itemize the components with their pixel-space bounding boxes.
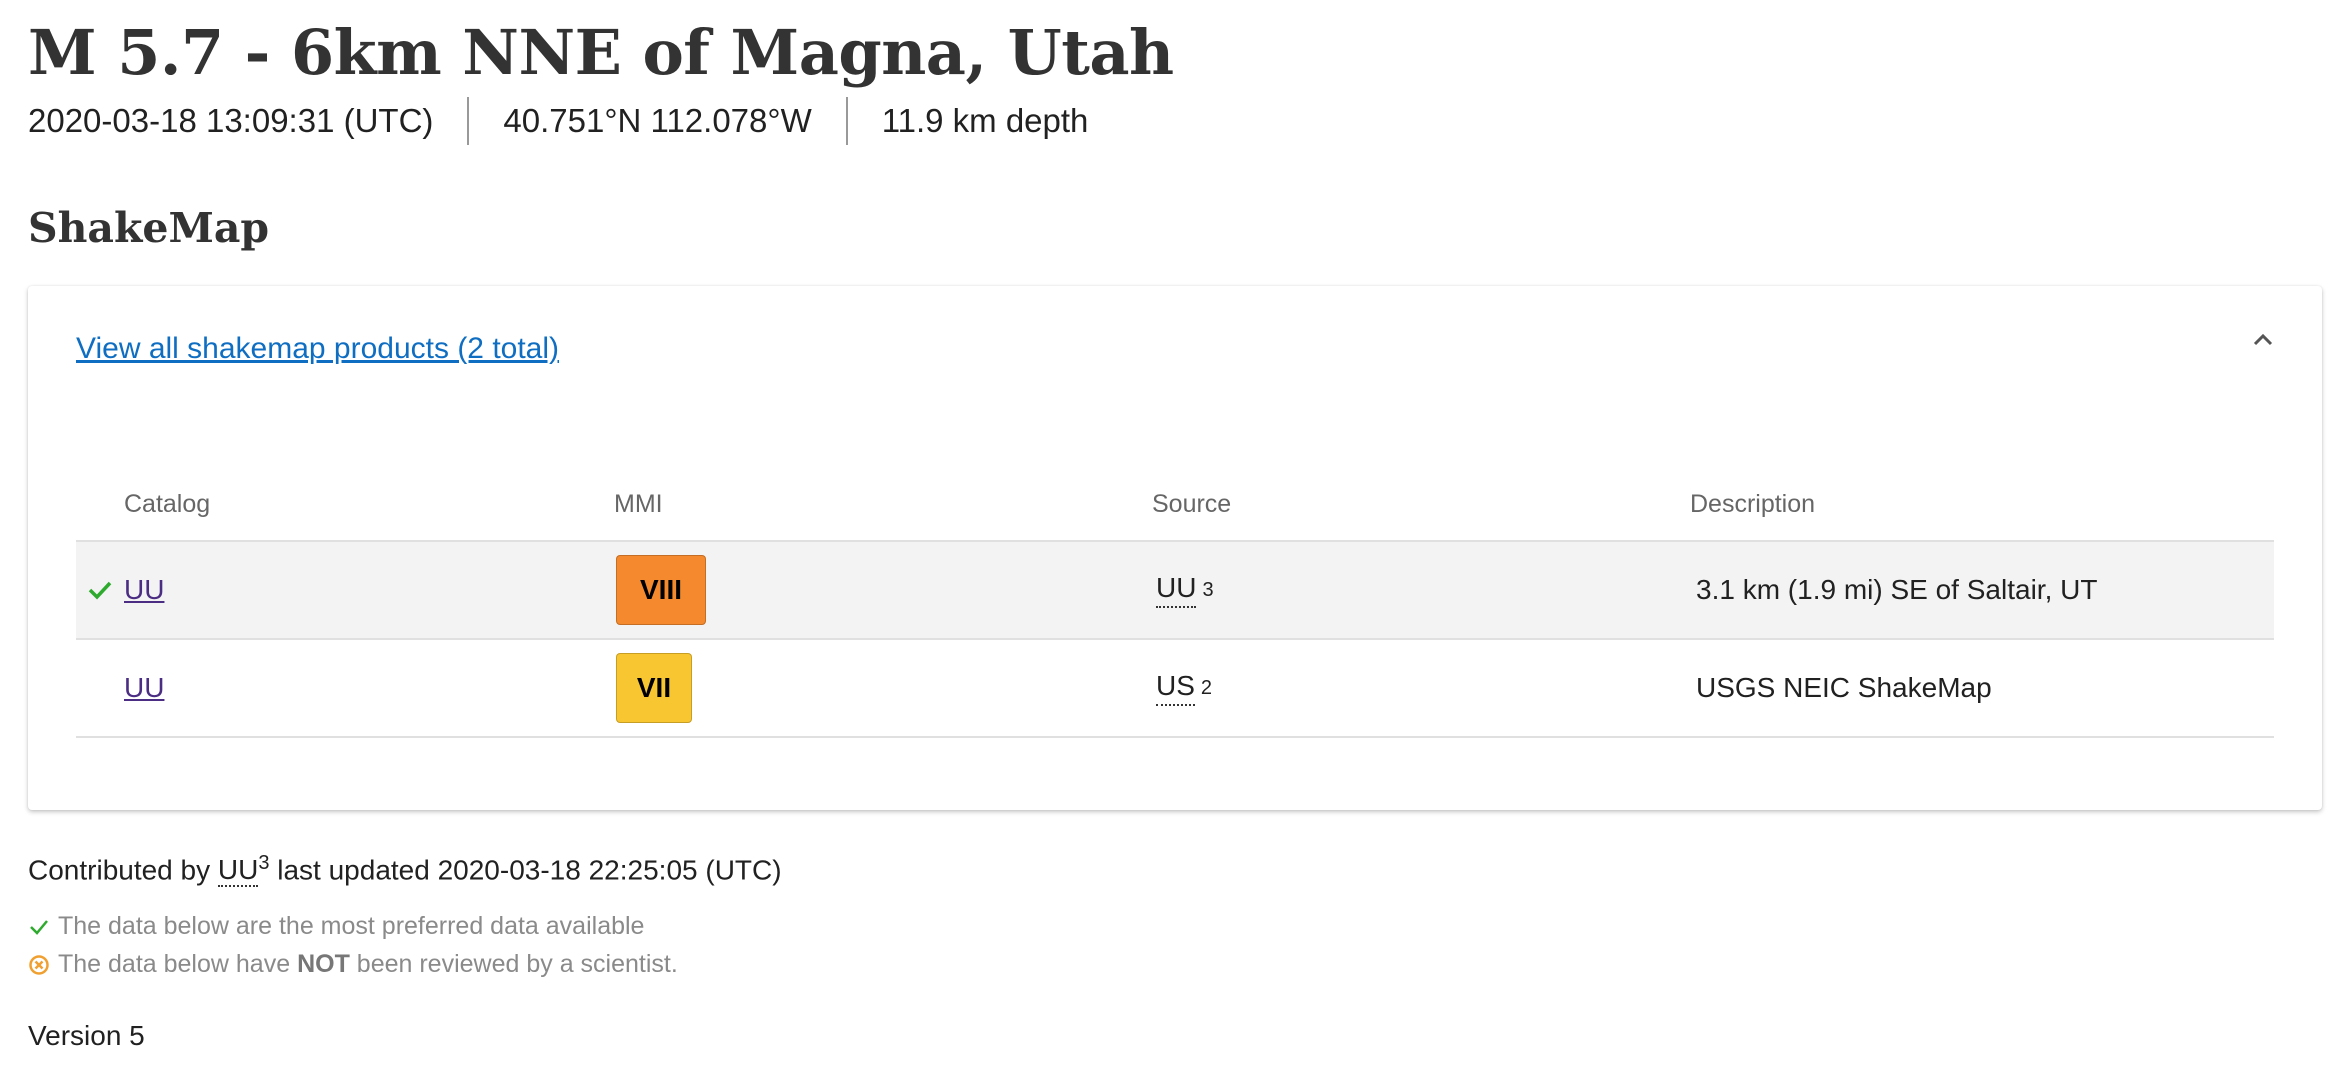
preferred-note: The data below are the most preferred da…: [28, 912, 644, 941]
col-mmi: MMI: [614, 489, 663, 518]
contrib-source: UU: [217, 854, 259, 888]
products-table: Catalog MMI Source Description UU VIII U…: [76, 468, 2274, 738]
review-note: The data below have NOT been reviewed by…: [28, 950, 678, 979]
event-page: M 5.7 - 6km NNE of Magna, Utah 2020-03-1…: [0, 0, 2352, 146]
view-all-products-link[interactable]: View all shakemap products (2 total): [76, 332, 559, 366]
section-title: ShakeMap: [28, 204, 270, 252]
table-row[interactable]: UU VII US 2 USGS NEIC ShakeMap: [76, 640, 2274, 738]
check-icon: [30, 919, 48, 935]
mmi-badge: VIII: [616, 555, 706, 625]
event-title: M 5.7 - 6km NNE of Magna, Utah: [28, 16, 1174, 89]
source-abbr: UU: [1156, 572, 1197, 608]
col-source: Source: [1152, 489, 1232, 518]
source-sup: 3: [1202, 578, 1214, 601]
col-description: Description: [1690, 489, 1816, 518]
contrib-sup: 3: [258, 852, 270, 874]
event-depth: 11.9 km depth: [881, 102, 1089, 139]
row-description: USGS NEIC ShakeMap: [1696, 672, 1992, 703]
table-row[interactable]: UU VIII UU 3 3.1 km (1.9 mi) SE of Salta…: [76, 542, 2274, 640]
table-header: Catalog MMI Source Description: [76, 468, 2274, 542]
chevron-up-icon[interactable]: [2248, 328, 2278, 352]
shakemap-products-panel: View all shakemap products (2 total) Cat…: [28, 286, 2322, 810]
x-circle-icon: [29, 954, 49, 975]
catalog-link[interactable]: UU: [124, 672, 164, 704]
version-label: Version 5: [28, 1020, 145, 1051]
event-meta: 2020-03-18 13:09:31 (UTC) 40.751°N 112.0…: [28, 96, 2324, 146]
event-location: 40.751°N 112.078°W: [503, 102, 812, 139]
check-icon: [88, 581, 112, 600]
event-time: 2020-03-18 13:09:31 (UTC): [28, 102, 434, 139]
row-description: 3.1 km (1.9 mi) SE of Saltair, UT: [1696, 574, 2098, 605]
mmi-badge: VII: [616, 653, 692, 723]
catalog-link[interactable]: UU: [124, 574, 164, 606]
source-abbr: US: [1156, 670, 1195, 706]
col-catalog: Catalog: [124, 489, 211, 518]
contributed-by: Contributed by UU3 last updated 2020-03-…: [28, 852, 782, 888]
source-sup: 2: [1200, 676, 1213, 699]
